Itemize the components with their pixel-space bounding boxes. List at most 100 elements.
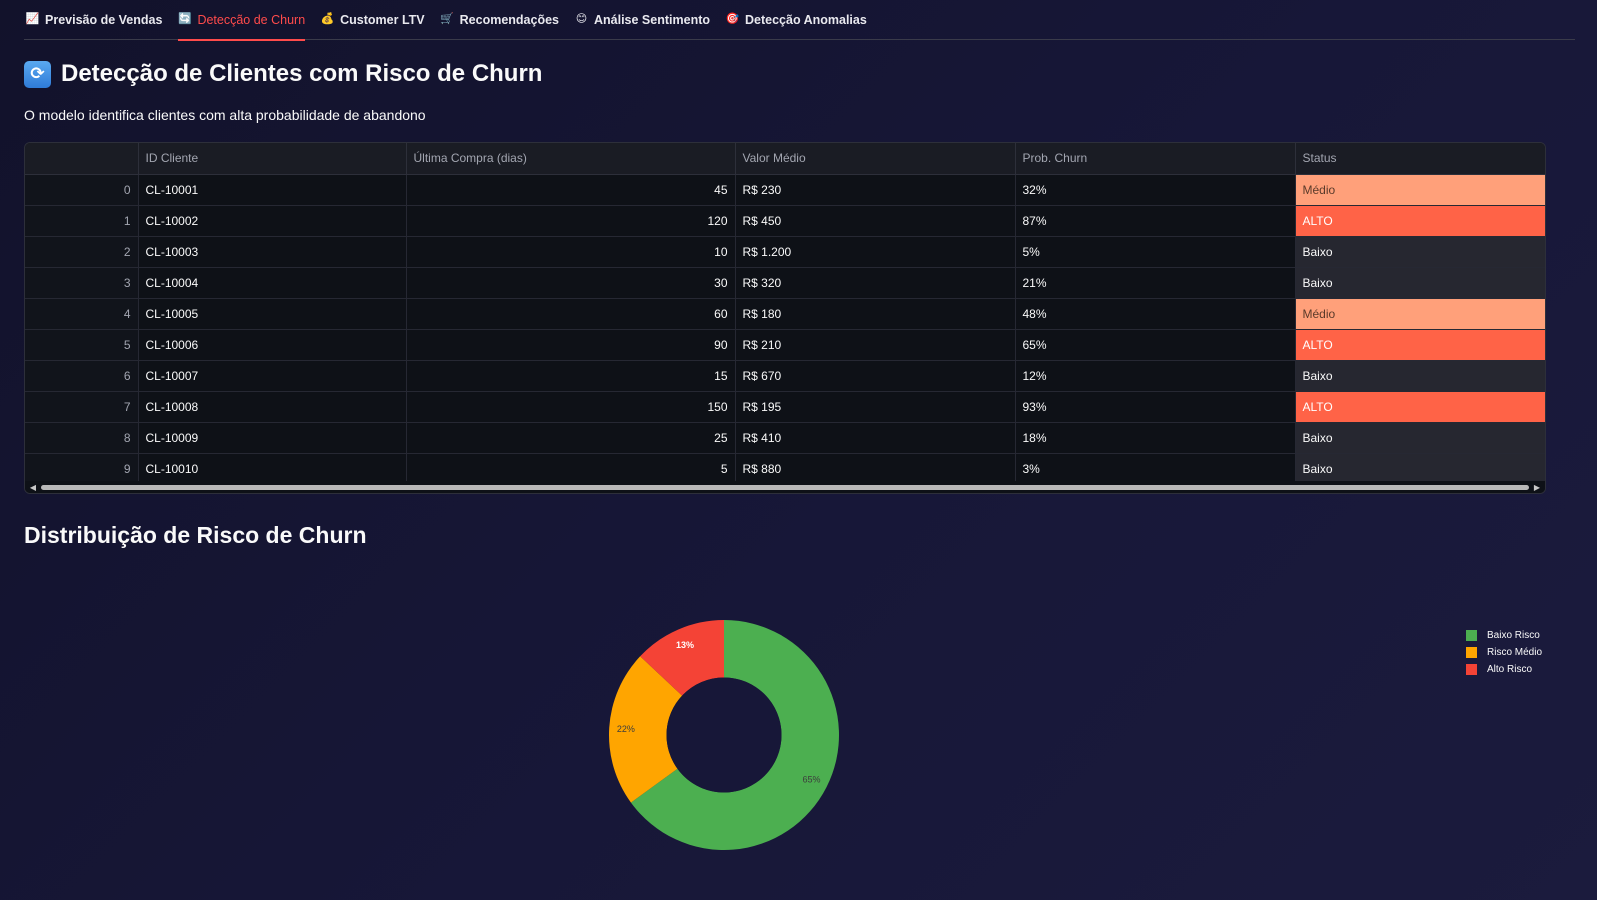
donut-hole [666, 677, 782, 793]
cell-prob-churn[interactable]: 65% [1015, 329, 1296, 361]
row-index[interactable]: 5 [25, 329, 139, 361]
cell-valor-medio[interactable]: R$ 230 [735, 174, 1016, 206]
column-header-status[interactable]: Status [1295, 143, 1545, 175]
legend-swatch [1466, 664, 1477, 675]
cell-valor-medio[interactable]: R$ 450 [735, 205, 1016, 237]
cell-prob-churn[interactable]: 3% [1015, 453, 1296, 485]
cell-prob-churn[interactable]: 18% [1015, 422, 1296, 454]
cell-ultima-compra[interactable]: 30 [406, 267, 736, 299]
table-row[interactable]: 9 CL-10010 5 R$ 880 3% Baixo [25, 453, 1545, 485]
cell-id-cliente[interactable]: CL-10007 [138, 360, 407, 392]
refresh-icon: 🔄 [178, 13, 192, 25]
cell-valor-medio[interactable]: R$ 180 [735, 298, 1016, 330]
row-index[interactable]: 2 [25, 236, 139, 268]
cell-ultima-compra[interactable]: 25 [406, 422, 736, 454]
scroll-right-icon[interactable]: ▶ [1533, 483, 1541, 492]
cell-ultima-compra[interactable]: 120 [406, 205, 736, 237]
legend-swatch [1466, 647, 1477, 658]
cell-ultima-compra[interactable]: 5 [406, 453, 736, 485]
cell-status[interactable]: ALTO [1295, 391, 1545, 423]
legend-item[interactable]: Risco Médio [1466, 644, 1542, 661]
cell-status[interactable]: Baixo [1295, 360, 1545, 392]
cell-valor-medio[interactable]: R$ 410 [735, 422, 1016, 454]
column-header-index[interactable] [25, 143, 139, 175]
horizontal-scrollbar[interactable]: ◀ ▶ [25, 481, 1545, 493]
scroll-left-icon[interactable]: ◀ [29, 483, 37, 492]
cell-prob-churn[interactable]: 48% [1015, 298, 1296, 330]
table-row[interactable]: 4 CL-10005 60 R$ 180 48% Médio [25, 298, 1545, 330]
cell-ultima-compra[interactable]: 150 [406, 391, 736, 423]
table-row[interactable]: 6 CL-10007 15 R$ 670 12% Baixo [25, 360, 1545, 392]
table-row[interactable]: 1 CL-10002 120 R$ 450 87% ALTO [25, 205, 1545, 237]
tab-customer-ltv[interactable]: 💰 Customer LTV [313, 0, 433, 40]
cell-valor-medio[interactable]: R$ 320 [735, 267, 1016, 299]
row-index[interactable]: 4 [25, 298, 139, 330]
cell-status[interactable]: ALTO [1295, 329, 1545, 361]
table-row[interactable]: 8 CL-10009 25 R$ 410 18% Baixo [25, 422, 1545, 454]
row-index[interactable]: 8 [25, 422, 139, 454]
row-index[interactable]: 3 [25, 267, 139, 299]
scroll-thumb[interactable] [41, 484, 1529, 490]
legend-item[interactable]: Alto Risco [1466, 661, 1542, 678]
cell-ultima-compra[interactable]: 45 [406, 174, 736, 206]
cell-prob-churn[interactable]: 21% [1015, 267, 1296, 299]
legend-label: Alto Risco [1487, 664, 1533, 675]
column-header-ultima-compra[interactable]: Última Compra (dias) [406, 143, 736, 175]
tab-deteccao-anomalias[interactable]: 🎯 Detecção Anomalias [718, 0, 875, 40]
cell-ultima-compra[interactable]: 10 [406, 236, 736, 268]
cell-valor-medio[interactable]: R$ 1.200 [735, 236, 1016, 268]
tab-recomendacoes[interactable]: 🛒 Recomendações [433, 0, 567, 40]
cell-valor-medio[interactable]: R$ 880 [735, 453, 1016, 485]
row-index[interactable]: 7 [25, 391, 139, 423]
table-row[interactable]: 5 CL-10006 90 R$ 210 65% ALTO [25, 329, 1545, 361]
cell-ultima-compra[interactable]: 15 [406, 360, 736, 392]
cell-status[interactable]: Baixo [1295, 453, 1545, 485]
cell-prob-churn[interactable]: 87% [1015, 205, 1296, 237]
tab-deteccao-de-churn[interactable]: 🔄 Detecção de Churn [170, 0, 313, 41]
row-index[interactable]: 9 [25, 453, 139, 485]
legend-item[interactable]: Baixo Risco [1466, 627, 1542, 644]
cell-id-cliente[interactable]: CL-10005 [138, 298, 407, 330]
cell-id-cliente[interactable]: CL-10004 [138, 267, 407, 299]
cell-status[interactable]: Baixo [1295, 236, 1545, 268]
cell-prob-churn[interactable]: 12% [1015, 360, 1296, 392]
cell-id-cliente[interactable]: CL-10010 [138, 453, 407, 485]
cell-ultima-compra[interactable]: 60 [406, 298, 736, 330]
column-header-prob-churn[interactable]: Prob. Churn [1015, 143, 1296, 175]
cell-status[interactable]: ALTO [1295, 205, 1545, 237]
churn-donut-chart[interactable]: 65% 22% 13% [0, 560, 1597, 900]
cell-valor-medio[interactable]: R$ 670 [735, 360, 1016, 392]
chart-increasing-icon: 📈 [25, 13, 40, 25]
cell-prob-churn[interactable]: 5% [1015, 236, 1296, 268]
cell-valor-medio[interactable]: R$ 195 [735, 391, 1016, 423]
column-header-valor-medio[interactable]: Valor Médio [735, 143, 1016, 175]
tab-previsao-de-vendas[interactable]: 📈 Previsão de Vendas [24, 0, 170, 40]
tab-analise-sentimento[interactable]: 😊 Análise Sentimento [567, 0, 718, 40]
cell-valor-medio[interactable]: R$ 210 [735, 329, 1016, 361]
cell-prob-churn[interactable]: 32% [1015, 174, 1296, 206]
churn-table[interactable]: ID Cliente Última Compra (dias) Valor Mé… [24, 142, 1546, 494]
table-row[interactable]: 3 CL-10004 30 R$ 320 21% Baixo [25, 267, 1545, 299]
cell-id-cliente[interactable]: CL-10002 [138, 205, 407, 237]
cell-status[interactable]: Médio [1295, 174, 1545, 206]
table-row[interactable]: 2 CL-10003 10 R$ 1.200 5% Baixo [25, 236, 1545, 268]
cell-prob-churn[interactable]: 93% [1015, 391, 1296, 423]
cell-ultima-compra[interactable]: 90 [406, 329, 736, 361]
cell-id-cliente[interactable]: CL-10006 [138, 329, 407, 361]
table-row[interactable]: 7 CL-10008 150 R$ 195 93% ALTO [25, 391, 1545, 423]
cell-id-cliente[interactable]: CL-10003 [138, 236, 407, 268]
row-index[interactable]: 6 [25, 360, 139, 392]
column-header-id-cliente[interactable]: ID Cliente [138, 143, 407, 175]
money-bag-icon: 💰 [320, 13, 335, 25]
row-index[interactable]: 0 [25, 174, 139, 206]
cell-status[interactable]: Baixo [1295, 422, 1545, 454]
cell-status[interactable]: Médio [1295, 298, 1545, 330]
table-row[interactable]: 0 CL-10001 45 R$ 230 32% Médio [25, 174, 1545, 206]
cell-id-cliente[interactable]: CL-10001 [138, 174, 407, 206]
cell-id-cliente[interactable]: CL-10009 [138, 422, 407, 454]
donut-slice-label: 22% [617, 724, 635, 734]
cell-id-cliente[interactable]: CL-10008 [138, 391, 407, 423]
cell-status[interactable]: Baixo [1295, 267, 1545, 299]
row-index[interactable]: 1 [25, 205, 139, 237]
tab-label: Análise Sentimento [594, 12, 710, 27]
